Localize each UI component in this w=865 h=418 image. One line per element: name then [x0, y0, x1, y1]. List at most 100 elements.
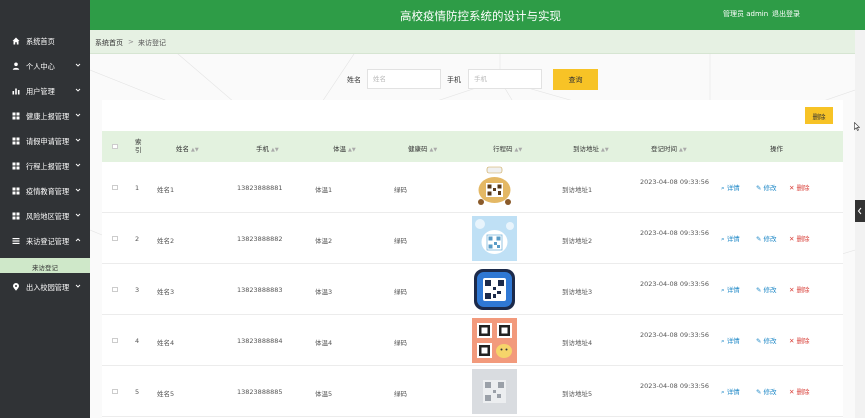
cell-temperature: 体温5	[315, 390, 333, 398]
mouse-cursor-icon	[854, 122, 860, 131]
sidebar-item-label: 出入校园管理	[26, 283, 70, 292]
sort-icon: ▲▼	[271, 147, 279, 153]
row-checkbox[interactable]	[112, 185, 118, 190]
delete-button[interactable]: ✕ 删除	[789, 335, 810, 345]
detail-label: 详情	[726, 337, 740, 345]
trip-code-image[interactable]	[472, 267, 517, 312]
row-checkbox[interactable]	[112, 389, 118, 394]
sidebar-item-trip-report[interactable]: 行程上报管理	[0, 154, 90, 179]
trip-code-image[interactable]	[472, 318, 517, 363]
sidebar-item-label: 个人中心	[26, 62, 55, 71]
sidebar-item-health-report[interactable]: 健康上报管理	[0, 104, 90, 129]
detail-button[interactable]: ⌕ 详情	[721, 182, 740, 193]
cell-address: 到访地址4	[562, 339, 593, 347]
column-header-index: 索 引	[135, 138, 142, 154]
sidebar-item-label: 疫情教育管理	[26, 187, 70, 196]
column-header-phone[interactable]: 手机 ▲▼	[256, 143, 279, 153]
delete-button[interactable]: ✕ 删除	[789, 284, 810, 294]
column-header-health-code[interactable]: 健康码 ▲▼	[408, 143, 437, 153]
sidebar-item-risk-area[interactable]: 风险地区管理	[0, 204, 90, 229]
sidebar-item-label: 请假申请管理	[26, 137, 70, 146]
sidebar-item-profile[interactable]: 个人中心	[0, 54, 90, 79]
edit-button[interactable]: ✎ 修改	[756, 182, 777, 192]
search-button[interactable]: 查询	[553, 69, 598, 90]
cell-time: 2023-04-08 09:33:56	[640, 178, 710, 186]
close-icon: ✕	[789, 235, 795, 243]
cell-health-code: 绿码	[394, 390, 407, 398]
trip-code-image[interactable]	[472, 165, 517, 210]
column-header-name[interactable]: 姓名 ▲▼	[176, 143, 199, 153]
breadcrumb: 系统首页 > 来访登记	[90, 30, 855, 54]
column-header-label: 健康码	[408, 145, 428, 153]
main-content: 系统首页 > 来访登记 姓名 手机 查询 删除 索 引 姓名▲▼ 手机▲▼ 体温…	[90, 30, 855, 418]
detail-button[interactable]: ⌕ 详情	[721, 233, 740, 244]
sidebar-item-users[interactable]: 用户管理	[0, 79, 90, 104]
chevron-down-icon	[75, 63, 81, 67]
chevron-down-icon	[75, 213, 81, 217]
chevron-down-icon	[75, 113, 81, 117]
edit-label: 修改	[763, 286, 777, 294]
cell-health-code: 绿码	[394, 288, 407, 296]
delete-button[interactable]: ✕ 删除	[789, 233, 810, 243]
table-row: 3 姓名3 13823888883 体温3 绿码 到访地址3 2023-04-0…	[102, 264, 843, 315]
sidebar-item-visitor-registration[interactable]: 来访登记管理	[0, 229, 90, 254]
batch-delete-button[interactable]: 删除	[805, 107, 833, 124]
cell-address: 到访地址1	[562, 186, 593, 194]
edit-button[interactable]: ✎ 修改	[756, 335, 777, 345]
search-icon: ⌕	[721, 286, 725, 294]
edit-button[interactable]: ✎ 修改	[756, 284, 777, 294]
sidebar-subitem-label: 来访登记	[32, 264, 58, 272]
pencil-icon: ✎	[756, 337, 762, 345]
sidebar: 系统首页 个人中心 用户管理 健康上报管理 请假申请管理 行程上报管理 疫情教育…	[0, 0, 90, 418]
sidebar-item-epidemic-education[interactable]: 疫情教育管理	[0, 179, 90, 204]
edit-button[interactable]: ✎ 修改	[756, 386, 777, 396]
edit-label: 修改	[763, 184, 777, 192]
row-checkbox[interactable]	[112, 287, 118, 292]
name-input[interactable]	[367, 69, 441, 89]
sidebar-item-label: 来访登记管理	[26, 237, 70, 246]
column-header-trip-code[interactable]: 行程码 ▲▼	[493, 143, 522, 153]
sidebar-item-label: 行程上报管理	[26, 162, 70, 171]
column-header-address[interactable]: 到访地址 ▲▼	[573, 143, 609, 153]
column-header-temperature[interactable]: 体温 ▲▼	[333, 143, 356, 153]
cell-health-code: 绿码	[394, 339, 407, 347]
chevron-down-icon	[75, 163, 81, 167]
logout-link[interactable]: 退出登录	[772, 9, 800, 19]
detail-button[interactable]: ⌕ 详情	[721, 335, 740, 346]
phone-input[interactable]	[468, 69, 542, 89]
cell-phone: 13823888881	[237, 184, 283, 192]
cell-name: 姓名2	[157, 237, 175, 245]
sidebar-item-campus-access[interactable]: 出入校园管理	[0, 275, 90, 300]
cell-health-code: 绿码	[394, 186, 407, 194]
chevron-up-icon	[75, 238, 81, 242]
sidebar-subitem-visitor-registration[interactable]: 来访登记	[0, 258, 90, 273]
cell-time: 2023-04-08 09:33:56	[640, 382, 710, 390]
trip-code-image[interactable]	[472, 216, 517, 261]
detail-button[interactable]: ⌕ 详情	[721, 284, 740, 295]
cell-time: 2023-04-08 09:33:56	[640, 331, 710, 339]
row-checkbox[interactable]	[112, 236, 118, 241]
cell-phone: 13823888885	[237, 388, 283, 396]
breadcrumb-home[interactable]: 系统首页	[95, 38, 123, 48]
close-icon: ✕	[789, 337, 795, 345]
sidebar-item-leave-request[interactable]: 请假申请管理	[0, 129, 90, 154]
sidebar-item-home[interactable]: 系统首页	[0, 29, 90, 54]
edit-button[interactable]: ✎ 修改	[756, 233, 777, 243]
trip-code-image[interactable]	[472, 369, 517, 414]
delete-button[interactable]: ✕ 删除	[789, 386, 810, 396]
row-checkbox[interactable]	[112, 338, 118, 343]
close-icon: ✕	[789, 184, 795, 192]
cell-index: 1	[135, 184, 140, 192]
detail-button[interactable]: ⌕ 详情	[721, 386, 740, 397]
delete-label: 删除	[796, 286, 810, 294]
app-title: 高校疫情防控系统的设计与实现	[400, 9, 561, 23]
column-header-label: 体温	[333, 145, 346, 153]
cell-temperature: 体温4	[315, 339, 333, 347]
delete-label: 删除	[796, 388, 810, 396]
side-panel-toggle[interactable]	[855, 200, 865, 222]
column-header-time[interactable]: 登记时间 ▲▼	[651, 143, 687, 153]
grid-icon	[12, 162, 20, 170]
pencil-icon: ✎	[756, 388, 762, 396]
delete-button[interactable]: ✕ 删除	[789, 182, 810, 192]
select-all-checkbox[interactable]	[112, 144, 118, 149]
